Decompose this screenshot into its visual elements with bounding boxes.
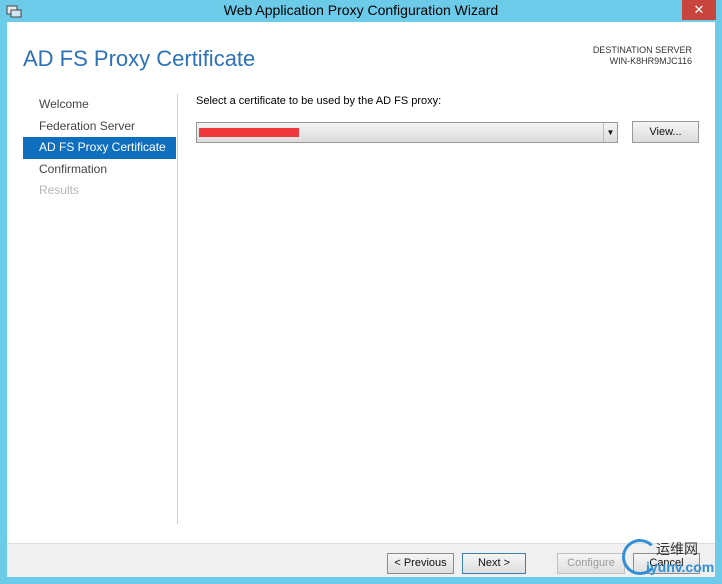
step-confirmation[interactable]: Confirmation <box>23 159 176 181</box>
window-title: Web Application Proxy Configuration Wiza… <box>223 2 499 18</box>
next-button[interactable]: Next > <box>462 553 526 574</box>
watermark-en-text: iyunv.com <box>646 559 715 575</box>
destination-server: DESTINATION SERVER WIN-K8HR9MJC116 <box>593 45 692 67</box>
previous-button[interactable]: < Previous <box>387 553 454 574</box>
chevron-down-icon[interactable]: ▼ <box>603 123 617 142</box>
watermark-cn-text: 运维网 <box>656 542 698 558</box>
wizard-footer: < Previous Next > Configure Cancel <box>7 543 715 577</box>
step-results: Results <box>39 183 80 197</box>
close-button[interactable]: ✕ <box>682 0 716 20</box>
title-bar: Web Application Proxy Configuration Wiza… <box>0 0 722 22</box>
configure-button: Configure <box>557 553 625 574</box>
certificate-value-redacted <box>199 128 299 137</box>
certificate-prompt: Select a certificate to be used by the A… <box>196 95 442 107</box>
wizard-body: AD FS Proxy Certificate DESTINATION SERV… <box>7 22 715 577</box>
step-welcome[interactable]: Welcome <box>23 94 176 116</box>
destination-label: DESTINATION SERVER <box>592 45 692 55</box>
step-adfs-proxy-certificate[interactable]: AD FS Proxy Certificate <box>23 137 176 159</box>
site-watermark: 运维网 iyunv.com <box>620 537 720 581</box>
destination-server-name: WIN-K8HR9MJC116 <box>609 56 692 66</box>
page-title: AD FS Proxy Certificate <box>23 46 256 71</box>
step-federation-server[interactable]: Federation Server <box>23 116 176 138</box>
nav-divider <box>177 94 178 524</box>
certificate-dropdown[interactable]: ▼ <box>196 122 618 143</box>
view-certificate-button[interactable]: View... <box>632 121 699 143</box>
wizard-steps: Welcome Federation Server AD FS Proxy Ce… <box>23 94 176 202</box>
